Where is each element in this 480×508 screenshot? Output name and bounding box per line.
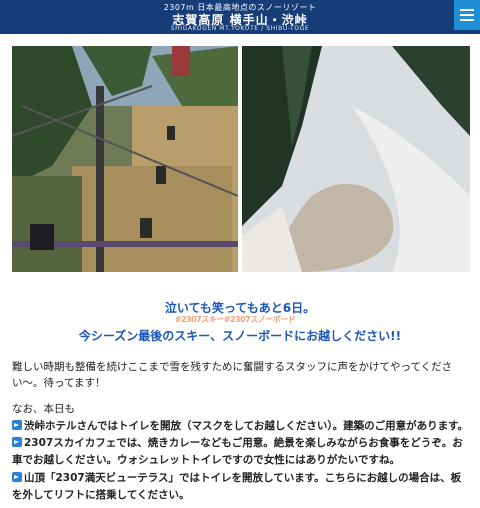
arrow-right-icon: [12, 420, 22, 430]
bullet-text: 山頂「2307満天ビューテラス」ではトイレを開放しています。こちらにお越しの場合…: [12, 472, 462, 501]
announcement-paragraph: 難しい時期も整備を続けここまで雪を残すために奮闘するスタッフに声をかけてやってく…: [12, 361, 453, 389]
announcement-note: なお、本日も: [12, 403, 75, 415]
hamburger-menu-icon[interactable]: [454, 0, 480, 30]
bullet-item: 渋峠ホテルさんではトイレを開放（マスクをしてお越しください）。建築のご用意があり…: [12, 418, 470, 435]
hashtag-label: #2307スキー#2307スノーボード: [174, 315, 296, 324]
announcement-subheadline: 今シーズン最後のスキー、スノーボードにお越しください!!: [78, 329, 402, 343]
site-name-roman: SHIGAKOGEN MT.YOKOTE / SHIBU-TOGE: [170, 25, 310, 32]
site-header: 2307m 日本最高地点のスノーリゾート 志賀高原 横手山・渋峠 SHIGAKO…: [0, 0, 480, 34]
arrow-right-icon: [12, 472, 22, 482]
ski-lift-photo: [12, 46, 238, 272]
snow-slope-photo: [242, 46, 470, 272]
bullet-text: 2307スカイカフェでは、焼きカレーなどもご用意。絶景を楽しみながらお食事をどう…: [12, 437, 463, 466]
bullet-item: 山頂「2307満天ビューテラス」ではトイレを開放しています。こちらにお越しの場合…: [12, 470, 470, 504]
bullet-text: 渋峠ホテルさんではトイレを開放（マスクをしてお越しください）。建築のご用意があり…: [24, 420, 469, 432]
bullet-item: 2307スカイカフェでは、焼きカレーなどもご用意。絶景を楽しみながらお食事をどう…: [12, 435, 470, 469]
arrow-right-icon: [12, 437, 22, 447]
